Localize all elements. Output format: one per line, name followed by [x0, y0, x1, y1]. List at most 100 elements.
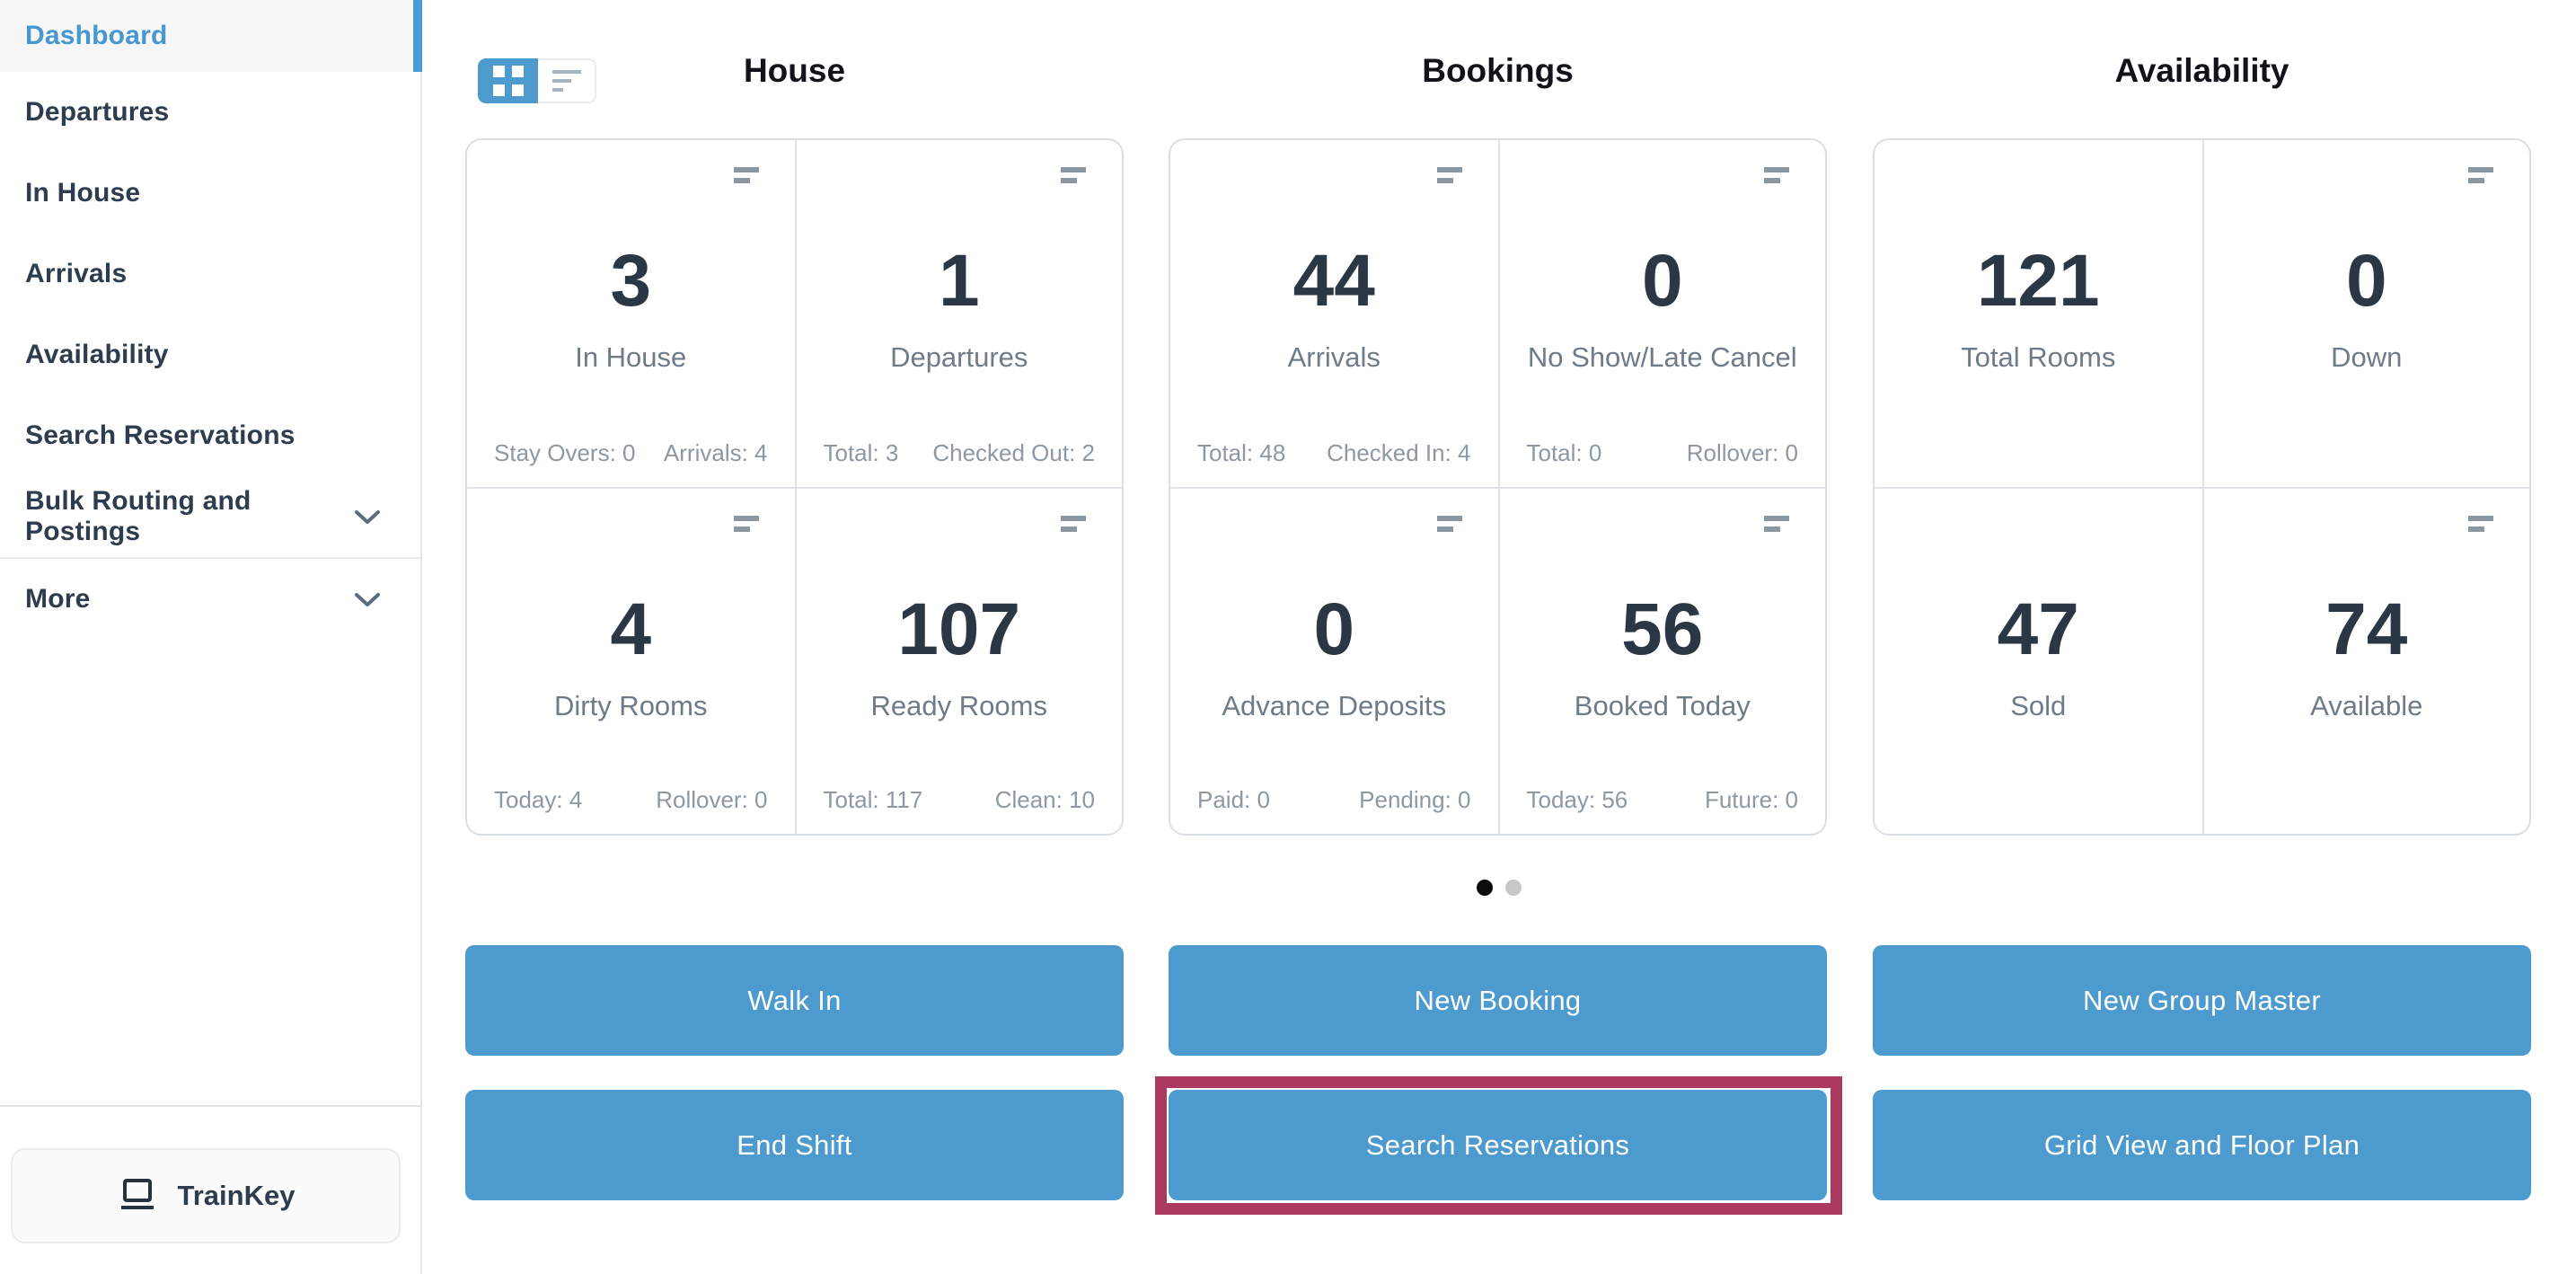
- section-availability: Availability 121 Total Rooms 0 Down 47 S…: [1873, 0, 2531, 1274]
- card-label: Total Rooms: [1880, 341, 2197, 374]
- card-stat-left: Total: 48: [1197, 439, 1285, 467]
- sidebar-bottom-divider: [0, 1105, 420, 1107]
- sidebar-item-arrivals[interactable]: Arrivals: [0, 234, 420, 314]
- card-stat-left: Total: 3: [824, 439, 899, 467]
- trainkey-button[interactable]: TrainKey: [11, 1148, 401, 1243]
- card-label: Arrivals: [1176, 341, 1493, 374]
- card-stat-left: Total: 117: [824, 786, 923, 814]
- card-stat-left: Today: 56: [1527, 786, 1628, 814]
- card-stat-right: Checked Out: 2: [932, 439, 1095, 467]
- card-stat-right: Future: 0: [1705, 786, 1798, 814]
- card-value: 56: [1500, 593, 1826, 667]
- card-label: Advance Deposits: [1176, 690, 1493, 722]
- card-label: Available: [2210, 690, 2525, 722]
- card-advance-deposits[interactable]: 0 Advance Deposits Paid: 0 Pending: 0: [1170, 487, 1498, 834]
- grid-view-toggle-button[interactable]: [478, 58, 538, 103]
- card-no-show-late-cancel[interactable]: 0 No Show/Late Cancel Total: 0 Rollover:…: [1498, 140, 1826, 487]
- sidebar-item-label: Dashboard: [25, 21, 168, 51]
- sidebar-item-label: Bulk Routing and Postings: [25, 486, 354, 547]
- card-booked-today[interactable]: 56 Booked Today Today: 56 Future: 0: [1498, 487, 1826, 834]
- sidebar-item-bulk-routing-and-postings[interactable]: Bulk Routing and Postings: [0, 476, 420, 557]
- sidebar-item-departures[interactable]: Departures: [0, 72, 420, 153]
- card-stat-right: Clean: 10: [995, 786, 1095, 814]
- card-value: 0: [1500, 244, 1826, 318]
- card-label: Dirty Rooms: [472, 690, 790, 722]
- section-house: House 3 In House Stay Overs: 0 Arrivals:…: [465, 0, 1124, 1274]
- section-title: Availability: [1873, 52, 2531, 90]
- card-stat-right: Arrivals: 4: [664, 439, 768, 467]
- grid-view-icon: [493, 66, 524, 96]
- sidebar-item-more[interactable]: More: [0, 559, 420, 640]
- card-in-house[interactable]: 3 In House Stay Overs: 0 Arrivals: 4: [467, 140, 795, 487]
- list-view-toggle-button[interactable]: [538, 58, 596, 103]
- card-label: In House: [472, 341, 790, 374]
- new-group-master-button[interactable]: New Group Master: [1873, 945, 2531, 1056]
- filter-bars-icon: [1764, 516, 1789, 532]
- card-stat-left: Stay Overs: 0: [494, 439, 636, 467]
- card-ready-rooms[interactable]: 107 Ready Rooms Total: 117 Clean: 10: [795, 487, 1123, 834]
- filter-bars-icon: [1437, 516, 1462, 532]
- card-value: 107: [797, 593, 1123, 667]
- filter-bars-icon: [2468, 167, 2493, 183]
- carousel-dot-active[interactable]: [1477, 880, 1493, 896]
- sidebar-item-label: Departures: [25, 97, 169, 128]
- end-shift-button[interactable]: End Shift: [465, 1090, 1124, 1200]
- filter-bars-icon: [2468, 516, 2493, 532]
- walk-in-button[interactable]: Walk In: [465, 945, 1124, 1056]
- card-value: 47: [1875, 593, 2202, 667]
- card-stat-right: Rollover: 0: [1687, 439, 1798, 467]
- card-total-rooms[interactable]: 121 Total Rooms: [1875, 140, 2202, 487]
- sidebar-item-dashboard[interactable]: Dashboard: [0, 0, 420, 72]
- availability-card-group: 121 Total Rooms 0 Down 47 Sold 74 Availa…: [1873, 138, 2531, 836]
- filter-bars-icon: [1437, 167, 1462, 183]
- laptop-icon: [117, 1178, 158, 1214]
- sidebar-item-availability[interactable]: Availability: [0, 314, 420, 395]
- card-label: No Show/Late Cancel: [1505, 341, 1821, 374]
- carousel-pagination: [422, 880, 2576, 896]
- sidebar-nav: Dashboard Departures In House Arrivals A…: [0, 0, 420, 640]
- house-card-group: 3 In House Stay Overs: 0 Arrivals: 4 1 D…: [465, 138, 1124, 836]
- card-value: 4: [467, 593, 795, 667]
- filter-bars-icon: [734, 516, 759, 532]
- card-value: 1: [797, 244, 1123, 318]
- card-value: 0: [1170, 593, 1498, 667]
- card-stat-left: Today: 4: [494, 786, 582, 814]
- carousel-dot[interactable]: [1505, 880, 1522, 896]
- card-stat-left: Paid: 0: [1197, 786, 1270, 814]
- filter-bars-icon: [734, 167, 759, 183]
- card-value: 74: [2204, 593, 2530, 667]
- card-departures[interactable]: 1 Departures Total: 3 Checked Out: 2: [795, 140, 1123, 487]
- card-label: Departures: [802, 341, 1117, 374]
- filter-bars-icon: [1764, 167, 1789, 183]
- dashboard-main: House 3 In House Stay Overs: 0 Arrivals:…: [422, 0, 2576, 1274]
- card-arrivals[interactable]: 44 Arrivals Total: 48 Checked In: 4: [1170, 140, 1498, 487]
- card-label: Ready Rooms: [802, 690, 1117, 722]
- grid-view-floor-plan-button[interactable]: Grid View and Floor Plan: [1873, 1090, 2531, 1200]
- sidebar: Dashboard Departures In House Arrivals A…: [0, 0, 422, 1274]
- sidebar-item-in-house[interactable]: In House: [0, 153, 420, 234]
- section-bookings: Bookings 44 Arrivals Total: 48 Checked I…: [1169, 0, 1827, 1274]
- sidebar-item-label: Arrivals: [25, 259, 127, 289]
- chevron-down-icon: [354, 509, 381, 525]
- card-label: Sold: [1880, 690, 2197, 722]
- filter-bars-icon: [1061, 167, 1086, 183]
- sidebar-item-label: Availability: [25, 340, 169, 370]
- card-down[interactable]: 0 Down: [2202, 140, 2530, 487]
- card-dirty-rooms[interactable]: 4 Dirty Rooms Today: 4 Rollover: 0: [467, 487, 795, 834]
- bookings-card-group: 44 Arrivals Total: 48 Checked In: 4 0 No…: [1169, 138, 1827, 836]
- view-toggle: [478, 58, 596, 103]
- section-title: Bookings: [1169, 52, 1827, 90]
- card-label: Booked Today: [1505, 690, 1821, 722]
- sidebar-item-label: In House: [25, 178, 140, 208]
- card-available[interactable]: 74 Available: [2202, 487, 2530, 834]
- trainkey-label: TrainKey: [178, 1180, 296, 1212]
- new-booking-button[interactable]: New Booking: [1169, 945, 1827, 1056]
- card-value: 3: [467, 244, 795, 318]
- card-stat-right: Rollover: 0: [656, 786, 767, 814]
- card-label: Down: [2210, 341, 2525, 374]
- search-reservations-button[interactable]: Search Reservations: [1169, 1090, 1827, 1200]
- card-stat-right: Checked In: 4: [1327, 439, 1470, 467]
- card-value: 121: [1875, 244, 2202, 318]
- card-sold[interactable]: 47 Sold: [1875, 487, 2202, 834]
- sidebar-item-search-reservations[interactable]: Search Reservations: [0, 395, 420, 476]
